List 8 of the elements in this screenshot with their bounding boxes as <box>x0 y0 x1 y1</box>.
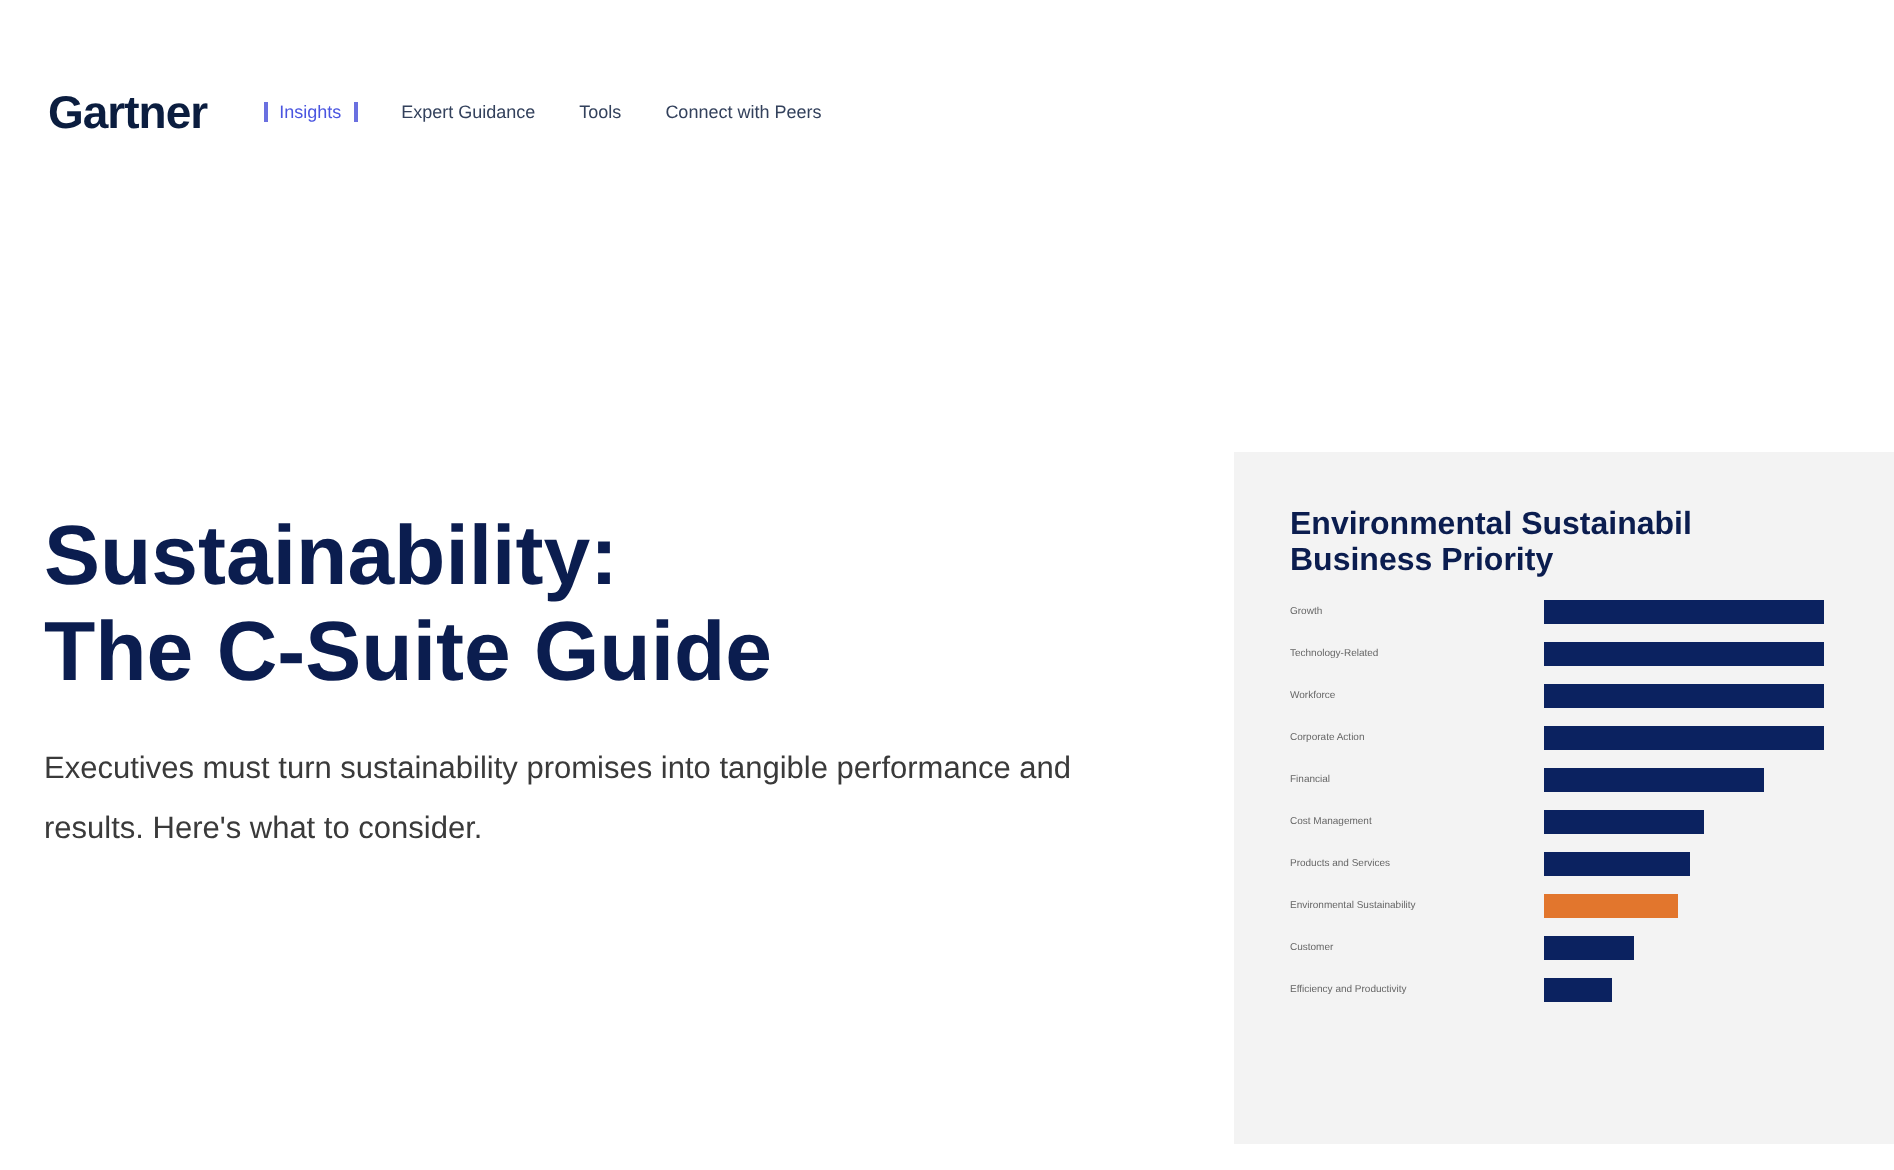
description-text: Executives must turn sustainability promises into tangible performance and results. Here's what to consider. <box>44 750 1073 850</box>
nav-link[interactable]: Tools <box>579 102 622 122</box>
nav-link[interactable]: Connect with Peers <box>665 102 822 122</box>
logo[interactable]: Gartner <box>48 85 208 139</box>
nav-link[interactable]: Expert Guidance <box>401 102 536 122</box>
chart-title: Environmental Sustainabil Business Priority <box>1290 508 1694 580</box>
nav-link[interactable]: Insights <box>263 102 358 122</box>
page-heading: Sustainability: The C-Suite Guide <box>44 508 775 700</box>
